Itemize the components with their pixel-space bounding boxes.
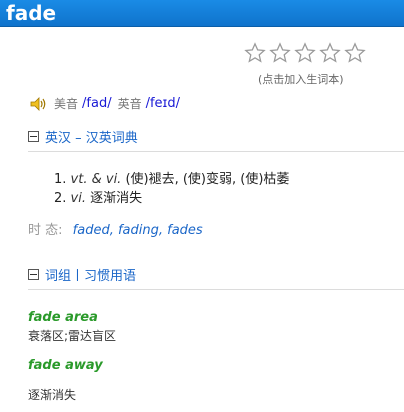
- star-icon[interactable]: [269, 42, 291, 64]
- part-of-speech: vi.: [70, 191, 86, 206]
- definition-text: 逐渐消失: [90, 191, 143, 206]
- tense-forms-link[interactable]: faded, fading, fades: [73, 223, 203, 238]
- section-dictionary-header: 英汉 – 汉英词典: [28, 127, 404, 152]
- rating-stars: [244, 42, 366, 64]
- uk-phonetic[interactable]: /feɪd/: [146, 96, 180, 111]
- part-of-speech: vt. & vi.: [70, 172, 122, 187]
- definition-text: (使)褪去, (使)变弱, (使)枯萎: [125, 172, 290, 187]
- definition-list: 1. vt. & vi. (使)褪去, (使)变弱, (使)枯萎 2. vi. …: [54, 170, 289, 208]
- star-icon[interactable]: [294, 42, 316, 64]
- add-to-wordbook-link[interactable]: (点击加入生词本): [258, 71, 344, 87]
- tense-label: 时 态:: [28, 223, 63, 238]
- collapse-icon[interactable]: [28, 269, 39, 280]
- section-phrases-header: 词组丨习惯用语: [28, 265, 404, 290]
- star-icon[interactable]: [344, 42, 366, 64]
- definition-number: 1.: [54, 172, 67, 187]
- tense-row: 时 态: faded, fading, fades: [28, 219, 203, 238]
- phrase-meaning: 衰落区;雷达盲区: [28, 329, 117, 343]
- phrase-item: fade area 衰落区;雷达盲区: [28, 310, 116, 344]
- phrase-meaning: 逐渐消失: [28, 388, 77, 402]
- phrase-term[interactable]: fade away: [28, 358, 103, 373]
- us-label: 美音: [54, 97, 79, 111]
- us-phonetic[interactable]: /fad/: [82, 96, 112, 111]
- star-icon[interactable]: [319, 42, 341, 64]
- phrase-term[interactable]: fade area: [28, 310, 116, 325]
- speaker-icon[interactable]: [30, 96, 48, 111]
- pronunciation-row: 美音 /fad/ 英音 /feɪd/: [30, 95, 186, 112]
- definition-item: 1. vt. & vi. (使)褪去, (使)变弱, (使)枯萎: [54, 170, 289, 189]
- phrase-item: fade away 逐渐消失: [28, 358, 103, 403]
- section-title[interactable]: 英汉 – 汉英词典: [45, 127, 138, 146]
- uk-label: 英音: [117, 97, 142, 111]
- collapse-icon[interactable]: [28, 131, 39, 142]
- section-title[interactable]: 词组丨习惯用语: [45, 265, 136, 284]
- definition-item: 2. vi. 逐渐消失: [54, 189, 289, 208]
- definition-number: 2.: [54, 191, 67, 206]
- star-icon[interactable]: [244, 42, 266, 64]
- word-title: fade: [0, 0, 404, 27]
